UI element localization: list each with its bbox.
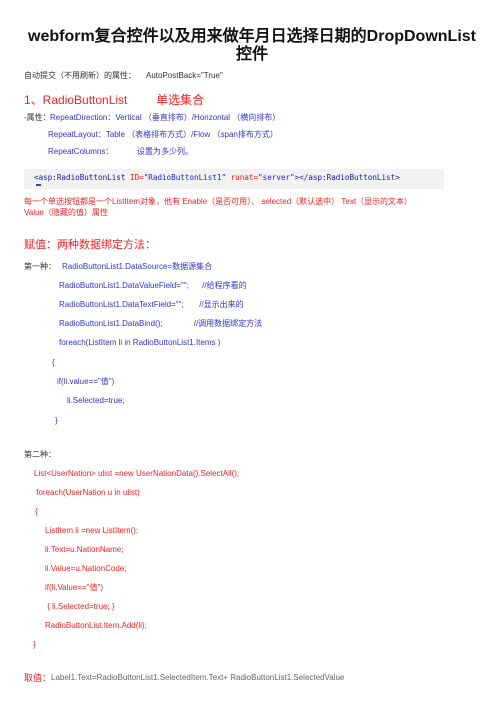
first-line: { (52, 358, 55, 367)
props-label: -属性： (24, 113, 51, 122)
code-sample-block: <asp:RadioButtonList ID="RadioButtonList… (24, 169, 444, 189)
section1-heading: 1、RadioButtonList 单选集合 (24, 93, 204, 107)
second-line: { li.Selected=true; } (45, 602, 115, 611)
code-open-tag: <asp:RadioButtonList (34, 173, 126, 182)
first-line: } (55, 416, 58, 425)
cursor-underline-mark (36, 184, 41, 186)
first-method-label: 第一种： (24, 262, 56, 271)
prop-repeat-layout: RepeatLayout：Table （表格排布方式）/Flow （span排布… (48, 130, 278, 139)
page-title-line2: 控件 (235, 46, 268, 63)
first-line: li.Selected=true; (67, 396, 125, 405)
prop-repeat-columns-label: RepeatColumns： (48, 147, 114, 156)
first-line: foreach(ListItem li in RadioButtonList1.… (59, 338, 221, 347)
code-id-attr: ID= (125, 173, 144, 182)
listitem-note-line2: Value（隐藏的值）属性 (24, 208, 108, 217)
second-line: List<UserNation> ulist =new UserNationDa… (34, 469, 240, 478)
prop-repeat-direction: RepeatDirection：Vertical （垂直排布）/Horizont… (50, 113, 281, 122)
second-line: RadioButtonList.Item.Add(li); (45, 621, 147, 630)
first-line: if(li.value=="值") (57, 377, 115, 386)
code-runat-value: "server" (258, 173, 295, 182)
section1-heading-num: 1、RadioButtonList (24, 93, 128, 107)
code-close-tag: ></asp:RadioButtonList> (294, 173, 400, 182)
second-line: li.Text=u.NationName; (45, 545, 124, 554)
second-line: if(li.Value=="值") (45, 583, 103, 592)
listitem-note-line1: 每一个单选按钮都是一个ListItem对象，他有 Enable（是否可用）、 s… (24, 197, 413, 206)
second-method-label: 第二种： (24, 450, 56, 459)
first-line: RadioButtonList1.DataValueField=""; //给程… (59, 281, 247, 290)
autopostback-label: 自动提交（不用刷新）的属性： (24, 71, 136, 80)
prop-repeat-columns-desc: 设置为多少列。 (137, 147, 193, 156)
section1-heading-cn: 单选集合 (156, 93, 205, 107)
code-id-value: "RadioButtonList1" (143, 173, 227, 182)
second-line: { (35, 507, 38, 516)
first-line: RadioButtonList1.DataBind(); //调用数据绑定方法 (59, 319, 263, 328)
getvalue-code: Label1.Text=RadioButtonList1.SelectedIte… (51, 673, 345, 682)
assign-heading: 赋值：两种数据绑定方法： (24, 239, 156, 251)
autopostback-value: AutoPostBack="True" (146, 71, 223, 80)
second-line: } (33, 640, 36, 649)
first-line: RadioButtonList1.DataTextField=""; //显示出… (59, 300, 244, 309)
second-line: ListItem li =new ListItem(); (45, 526, 139, 535)
second-line: li.Value=u.NationCode; (45, 564, 127, 573)
page-title-line1: webform复合控件以及用来做年月日选择日期的DropDownList (28, 28, 476, 45)
second-line: foreach(UserNation u in ulist) (34, 488, 140, 497)
first-line: RadioButtonList1.DataSource=数据源集合 (62, 262, 213, 271)
code-sample: <asp:RadioButtonList ID="RadioButtonList… (34, 173, 400, 183)
code-runat-attr: runat= (226, 173, 259, 182)
getvalue-label: 取值： (24, 673, 52, 683)
